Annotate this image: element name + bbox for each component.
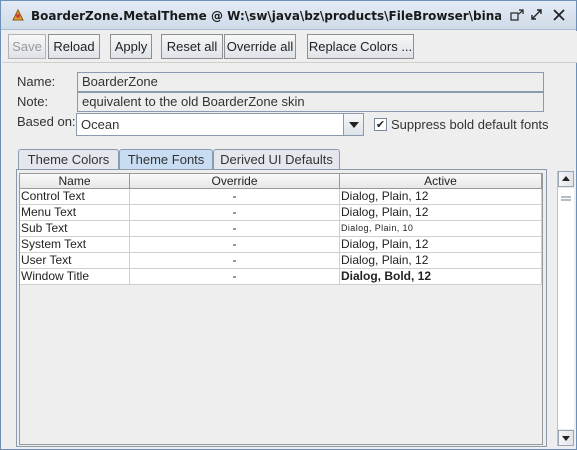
chevron-down-icon: [562, 436, 570, 441]
cell-active: Dialog, Plain, 12: [340, 253, 542, 269]
restore-icon[interactable]: [509, 8, 525, 22]
save-button[interactable]: Save: [8, 34, 46, 59]
scroll-down-button[interactable]: [558, 430, 574, 446]
suppress-bold-label[interactable]: Suppress bold default fonts: [391, 117, 549, 132]
close-icon[interactable]: [551, 8, 567, 22]
cell-override[interactable]: -: [130, 189, 340, 205]
cell-override[interactable]: -: [130, 269, 340, 285]
scroll-up-button[interactable]: [558, 171, 574, 187]
name-field[interactable]: BoarderZone: [77, 72, 544, 92]
table-row[interactable]: User Text - Dialog, Plain, 12: [20, 253, 542, 269]
note-field[interactable]: equivalent to the old BoarderZone skin: [77, 92, 544, 112]
column-header-name[interactable]: Name: [20, 174, 130, 189]
column-header-override[interactable]: Override: [130, 174, 340, 189]
tab-derived-ui-defaults[interactable]: Derived UI Defaults: [213, 149, 340, 170]
override-all-button[interactable]: Override all: [224, 34, 296, 59]
scroll-track[interactable]: [558, 188, 574, 429]
cell-name: User Text: [20, 253, 130, 269]
table-row[interactable]: Menu Text - Dialog, Plain, 12: [20, 205, 542, 221]
cell-active: Dialog, Plain, 12: [340, 237, 542, 253]
tab-theme-colors[interactable]: Theme Colors: [18, 149, 119, 170]
apply-button[interactable]: Apply: [110, 34, 152, 59]
based-on-select[interactable]: Ocean: [76, 113, 364, 136]
based-on-value: Ocean: [81, 117, 120, 132]
theme-editor-window: BoarderZone.MetalTheme @ W:\sw\java\bz\p…: [0, 0, 577, 450]
reset-all-button[interactable]: Reset all: [161, 34, 223, 59]
cell-active: Dialog, Plain, 10: [340, 221, 542, 237]
title-bar[interactable]: BoarderZone.MetalTheme @ W:\sw\java\bz\p…: [1, 1, 576, 30]
reload-button[interactable]: Reload: [48, 34, 100, 59]
cell-override[interactable]: -: [130, 237, 340, 253]
based-on-label: Based on:: [17, 114, 76, 129]
column-header-active[interactable]: Active: [340, 174, 542, 189]
cell-override[interactable]: -: [130, 253, 340, 269]
cell-name: Control Text: [20, 189, 130, 205]
table-row[interactable]: Window Title - Dialog, Bold, 12: [20, 269, 542, 285]
table-header: Name Override Active: [20, 174, 542, 189]
cell-name: Window Title: [20, 269, 130, 285]
cell-active: Dialog, Plain, 12: [340, 205, 542, 221]
tab-theme-fonts[interactable]: Theme Fonts: [119, 149, 213, 170]
note-label: Note:: [17, 94, 49, 109]
dropdown-button[interactable]: [343, 114, 363, 135]
cell-name: Menu Text: [20, 205, 130, 221]
table-row[interactable]: Control Text - Dialog, Plain, 12: [20, 189, 542, 205]
cell-override[interactable]: -: [130, 221, 340, 237]
maximize-icon[interactable]: [529, 8, 545, 22]
name-label: Name:: [17, 74, 56, 89]
cell-active: Dialog, Bold, 12: [340, 269, 542, 285]
toolbar: Save Reload Apply Reset all Override all…: [2, 31, 577, 63]
window-title: BoarderZone.MetalTheme @ W:\sw\java\bz\p…: [31, 9, 501, 23]
vertical-scrollbar[interactable]: [557, 171, 574, 446]
chevron-up-icon: [562, 176, 570, 181]
table-row[interactable]: Sub Text - Dialog, Plain, 10: [20, 221, 542, 237]
replace-colors-button[interactable]: Replace Colors ...: [307, 34, 414, 59]
cell-active: Dialog, Plain, 12: [340, 189, 542, 205]
chevron-down-icon: [349, 122, 359, 128]
app-icon: [12, 8, 24, 21]
cell-override[interactable]: -: [130, 205, 340, 221]
suppress-bold-checkbox[interactable]: ✔: [374, 118, 387, 131]
scroll-grip-icon[interactable]: [560, 196, 572, 201]
cell-name: Sub Text: [20, 221, 130, 237]
table-row[interactable]: System Text - Dialog, Plain, 12: [20, 237, 542, 253]
fonts-table: Name Override Active Control Text - Dial…: [19, 173, 543, 445]
cell-name: System Text: [20, 237, 130, 253]
